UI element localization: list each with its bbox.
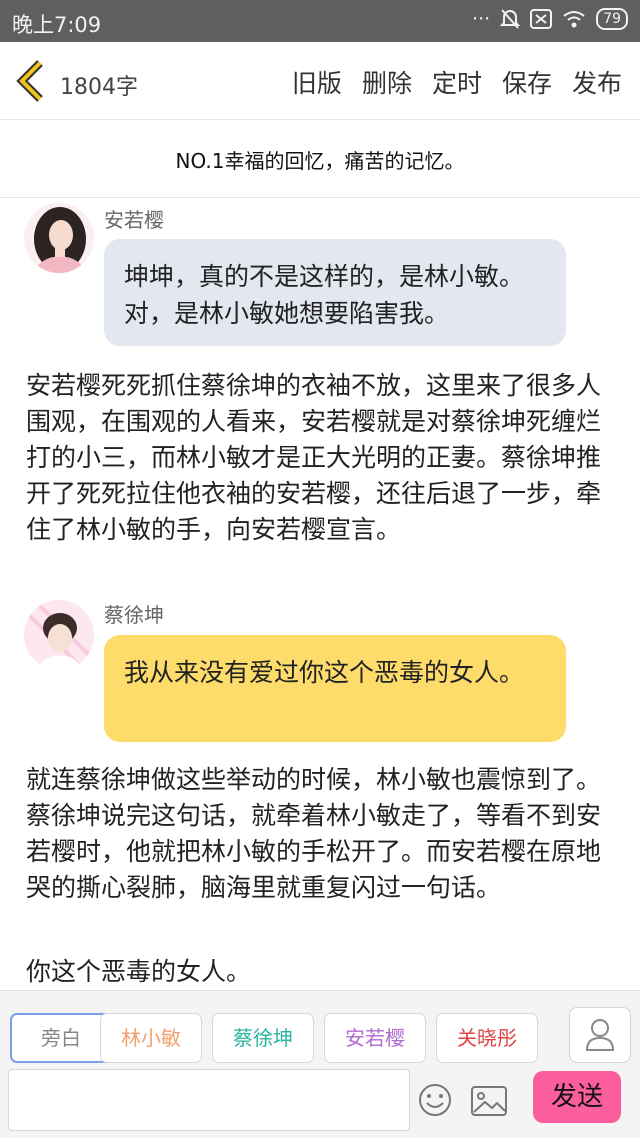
battery-icon: 79: [596, 8, 628, 30]
back-arrow-icon[interactable]: [14, 59, 50, 103]
role-label: 旁白: [41, 1026, 81, 1050]
emoji-icon[interactable]: [417, 1082, 453, 1118]
avatar-girl-icon: [24, 203, 94, 273]
avatar-boy-icon: [24, 600, 94, 670]
delete-button[interactable]: 删除: [362, 64, 412, 100]
role-chip-narrator[interactable]: 旁白: [10, 1013, 112, 1063]
role-chip[interactable]: 蔡徐坤: [212, 1013, 314, 1063]
role-selector: 旁白 林小敏 蔡徐坤 安若樱 关晓彤: [8, 1013, 548, 1063]
header-actions: 旧版 删除 定时 保存 发布: [292, 64, 622, 100]
schedule-button[interactable]: 定时: [432, 64, 482, 100]
narration-paragraph[interactable]: 就连蔡徐坤做这些举动的时候，林小敏也震惊到了。蔡徐坤说完这句话，就牵着林小敏走了…: [26, 762, 616, 906]
role-chip[interactable]: 安若樱: [324, 1013, 426, 1063]
message-input[interactable]: [8, 1069, 410, 1131]
more-dots-icon: ···: [472, 8, 491, 30]
wifi-icon: [563, 11, 585, 28]
mute-bell-icon: [500, 9, 521, 29]
avatar-anruoying[interactable]: [24, 203, 94, 273]
publish-button[interactable]: 发布: [572, 64, 622, 100]
role-chip[interactable]: 关晓彤: [436, 1013, 538, 1063]
role-label: 安若樱: [345, 1026, 405, 1050]
status-bar: 晚上7:09 ··· 79: [0, 0, 640, 42]
story-content: 安若樱 坤坤，真的不是这样的，是林小敏。对，是林小敏她想要陷害我。 安若樱死死抓…: [0, 198, 640, 990]
composer-panel: 旁白 林小敏 蔡徐坤 安若樱 关晓彤 发送: [0, 990, 640, 1138]
narration-paragraph[interactable]: 安若樱死死抓住蔡徐坤的衣袖不放，这里来了很多人围观，在围观的人看来，安若樱就是对…: [26, 368, 616, 548]
speaker-name: 安若樱: [104, 208, 164, 232]
person-icon: [585, 1019, 615, 1051]
old-version-button[interactable]: 旧版: [292, 64, 342, 100]
role-label: 林小敏: [121, 1026, 181, 1050]
image-icon[interactable]: [470, 1085, 508, 1117]
chat-bubble[interactable]: 坤坤，真的不是这样的，是林小敏。对，是林小敏她想要陷害我。: [104, 239, 566, 346]
send-button[interactable]: 发送: [533, 1071, 621, 1123]
chapter-title[interactable]: NO.1幸福的回忆，痛苦的记忆。: [0, 120, 640, 198]
chat-bubble[interactable]: 我从来没有爱过你这个恶毒的女人。: [104, 635, 566, 742]
speaker-name: 蔡徐坤: [104, 603, 164, 627]
narration-paragraph[interactable]: 你这个恶毒的女人。: [26, 954, 616, 990]
word-count: 1804字: [60, 75, 138, 100]
save-button[interactable]: 保存: [502, 64, 552, 100]
avatar-caixukun[interactable]: [24, 600, 94, 670]
status-time: 晚上7:09: [12, 13, 102, 37]
role-label: 关晓彤: [457, 1026, 517, 1050]
role-label: 蔡徐坤: [233, 1026, 293, 1050]
role-chip[interactable]: 林小敏: [100, 1013, 202, 1063]
status-icons: ··· 79: [472, 8, 628, 30]
top-bar: 1804字 旧版 删除 定时 保存 发布: [0, 42, 640, 120]
manage-roles-button[interactable]: [569, 1007, 631, 1063]
sim-icon: [530, 9, 553, 29]
